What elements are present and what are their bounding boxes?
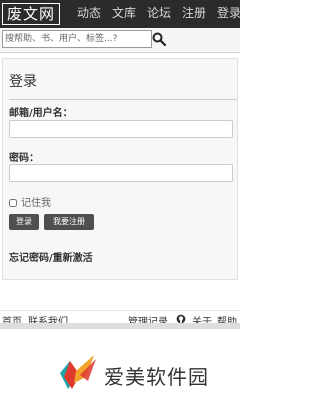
watermark-text: 爱美软件园 <box>104 365 209 389</box>
search-icon[interactable] <box>152 32 166 46</box>
nav-item-register[interactable]: 注册 <box>182 6 206 20</box>
password-label: 密码： <box>9 153 39 164</box>
email-field[interactable] <box>9 120 233 138</box>
remember-label: 记住我 <box>21 198 51 209</box>
nav-item-forum[interactable]: 论坛 <box>147 6 171 20</box>
login-button[interactable]: 登录 <box>9 214 39 230</box>
remember-me[interactable]: 记住我 <box>9 194 51 209</box>
top-navbar: 废文网 动态 文库 论坛 注册 登录 <box>0 0 241 28</box>
email-label: 邮箱/用户名： <box>9 108 73 119</box>
nav-item-login[interactable]: 登录 <box>217 6 241 20</box>
login-title: 登录 <box>9 74 37 90</box>
nav-item-library[interactable]: 文库 <box>112 6 136 20</box>
search-bar <box>0 28 240 53</box>
forgot-link-text[interactable]: 忘记密码/重新激活 <box>9 253 93 264</box>
divider <box>9 99 237 100</box>
site-logo[interactable]: 废文网 <box>2 3 60 25</box>
login-panel: 登录 邮箱/用户名： 密码： 记住我 登录 我要注册 忘记密码/重新激活 <box>2 58 238 280</box>
watermark-logo-icon <box>60 355 96 389</box>
search-input[interactable] <box>2 30 152 48</box>
remember-checkbox[interactable] <box>9 199 17 207</box>
footer-bar <box>0 323 240 329</box>
register-button[interactable]: 我要注册 <box>44 214 94 230</box>
password-field[interactable] <box>9 164 233 182</box>
nav-item-feed[interactable]: 动态 <box>77 6 101 20</box>
forgot-password-link[interactable]: 忘记密码/重新激活 <box>9 249 93 264</box>
